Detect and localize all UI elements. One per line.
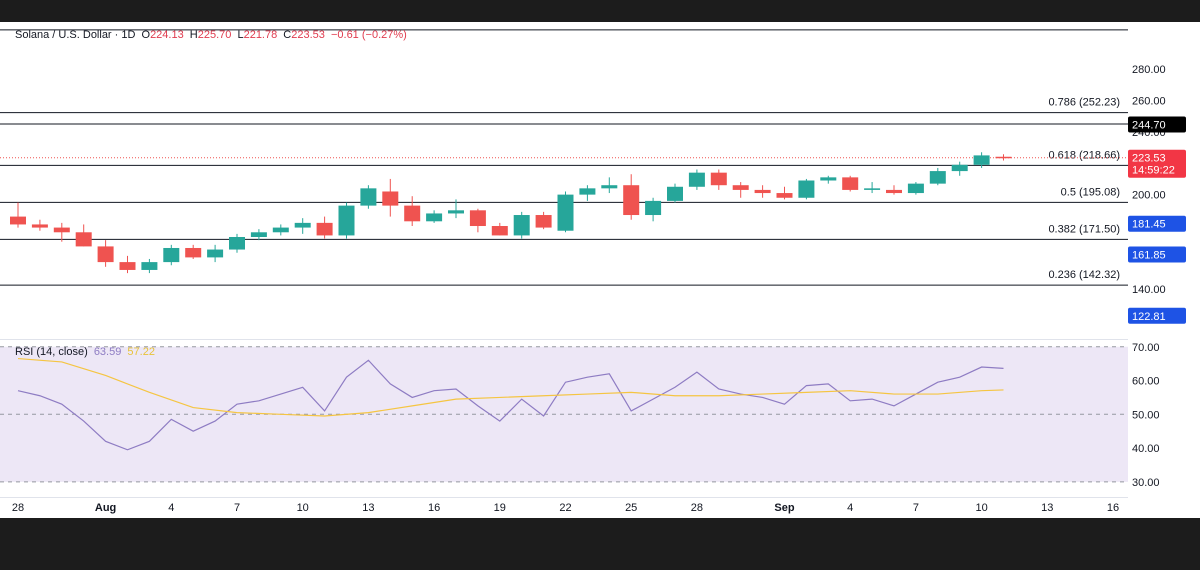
candle-body [53, 227, 70, 233]
time-axis-tick: Sep [774, 502, 794, 514]
candle-body [141, 262, 158, 270]
candle-body [601, 185, 618, 189]
candle-body [732, 185, 749, 190]
candle-body [820, 177, 837, 181]
candle-body [97, 246, 114, 263]
chart-frame: 0.786 (252.23) 0.618 (218.66) 0.5 (195.08)… [0, 22, 1200, 518]
candle-body [645, 200, 662, 216]
time-axis-tick: 7 [913, 502, 919, 514]
price-badge-label: 161.85 [1132, 249, 1166, 261]
price-badge-label: 181.45 [1132, 219, 1166, 231]
candle-body [404, 205, 421, 222]
candle-body [426, 213, 443, 222]
candle-body [798, 180, 815, 198]
candle-body [623, 185, 640, 216]
fib-level-label: 0.382 (171.50) [1048, 223, 1120, 235]
price-badge-label: 223.53 [1132, 153, 1166, 165]
high-value: 225.70 [197, 29, 232, 41]
candle-body [710, 172, 727, 186]
price-axis-tick: 280.00 [1132, 64, 1166, 76]
candle-body [513, 215, 530, 236]
price-badge-label: 122.81 [1132, 311, 1166, 323]
rsi-axis-tick: 70.00 [1132, 342, 1160, 354]
price-badge-label: 244.70 [1132, 119, 1166, 131]
time-axis-tick: 28 [12, 502, 24, 514]
candle-body [338, 205, 355, 236]
candle-body [448, 210, 464, 214]
candle-body [272, 227, 289, 233]
candle-body [75, 232, 92, 247]
candle-body [163, 247, 180, 263]
time-axis-tick: 10 [975, 502, 987, 514]
price-axis-tick: 200.00 [1132, 190, 1166, 202]
fib-level-label: 0.236 (142.32) [1048, 269, 1120, 281]
candle-body [382, 191, 399, 206]
time-axis-tick: Aug [95, 502, 116, 514]
time-axis-tick: 25 [625, 502, 637, 514]
high-label: H [189, 29, 198, 41]
fib-level-label: 0.618 (218.66) [1048, 149, 1120, 161]
candle-body [973, 155, 990, 165]
time-axis-tick: 16 [1107, 502, 1119, 514]
candle-body [557, 194, 574, 231]
candle-body [31, 224, 48, 228]
candle-body [316, 222, 333, 236]
time-axis-tick: 4 [168, 502, 174, 514]
rsi-value: 63.59 [93, 346, 122, 358]
candle-body [185, 247, 202, 258]
candle-body [250, 232, 267, 237]
low-value: 221.78 [243, 29, 278, 41]
rsi-ma-value: 57.22 [127, 346, 155, 358]
fib-level-label: 0.786 (252.23) [1048, 97, 1120, 109]
symbol-name: Solana / U.S. Dollar · 1D [15, 29, 136, 41]
rsi-axis-tick: 40.00 [1132, 443, 1160, 455]
price-axis-tick: 140.00 [1132, 284, 1166, 296]
candle-body [535, 215, 552, 228]
candle-body [10, 216, 26, 225]
candle-body [907, 183, 924, 194]
candle-body [207, 249, 224, 258]
candle-body [754, 189, 771, 194]
candle-body [294, 222, 311, 228]
symbol-header: Solana / U.S. Dollar · 1D O224.13 H225.7… [15, 29, 407, 41]
candle-body [579, 188, 596, 195]
time-axis-tick: 16 [428, 502, 440, 514]
candle-body [776, 193, 793, 198]
chart-canvas[interactable]: 0.786 (252.23) 0.618 (218.66) 0.5 (195.08)… [0, 22, 1200, 518]
open-label: O [141, 29, 151, 41]
candle-body [667, 186, 683, 201]
candle-body [886, 189, 902, 194]
candle-body [951, 164, 968, 172]
time-axis-tick: 13 [362, 502, 374, 514]
candle-body [929, 171, 946, 184]
price-axis-tick: 260.00 [1132, 95, 1166, 107]
candle-body [864, 188, 881, 190]
time-axis-tick: 28 [691, 502, 703, 514]
candle-body [995, 156, 1012, 159]
time-axis-tick: 13 [1041, 502, 1053, 514]
rsi-axis-tick: 50.00 [1132, 409, 1160, 421]
candle-body [229, 236, 245, 250]
candle-body [491, 226, 508, 236]
price-badge-countdown: 14:59:22 [1132, 165, 1175, 177]
fib-level-label: 0.5 (195.08) [1061, 186, 1120, 198]
rsi-label: RSI (14, close) [15, 346, 88, 358]
candle-body [469, 210, 486, 227]
rsi-axis-tick: 60.00 [1132, 376, 1160, 388]
rsi-header: RSI (14, close) 63.59 57.22 [15, 346, 155, 358]
time-axis-tick: 4 [847, 502, 853, 514]
candle-body [360, 188, 377, 206]
time-axis-tick: 19 [494, 502, 506, 514]
close-value: 223.53 [291, 29, 325, 41]
candle-body [688, 172, 705, 187]
change-value: −0.61 (−0.27%) [330, 29, 407, 41]
time-axis-tick: 7 [234, 502, 240, 514]
rsi-axis-tick: 30.00 [1132, 477, 1160, 489]
candle-body [842, 177, 859, 190]
candle-body [119, 262, 136, 270]
open-value: 224.13 [150, 29, 184, 41]
time-axis-tick: 22 [559, 502, 571, 514]
time-axis-tick: 10 [297, 502, 309, 514]
